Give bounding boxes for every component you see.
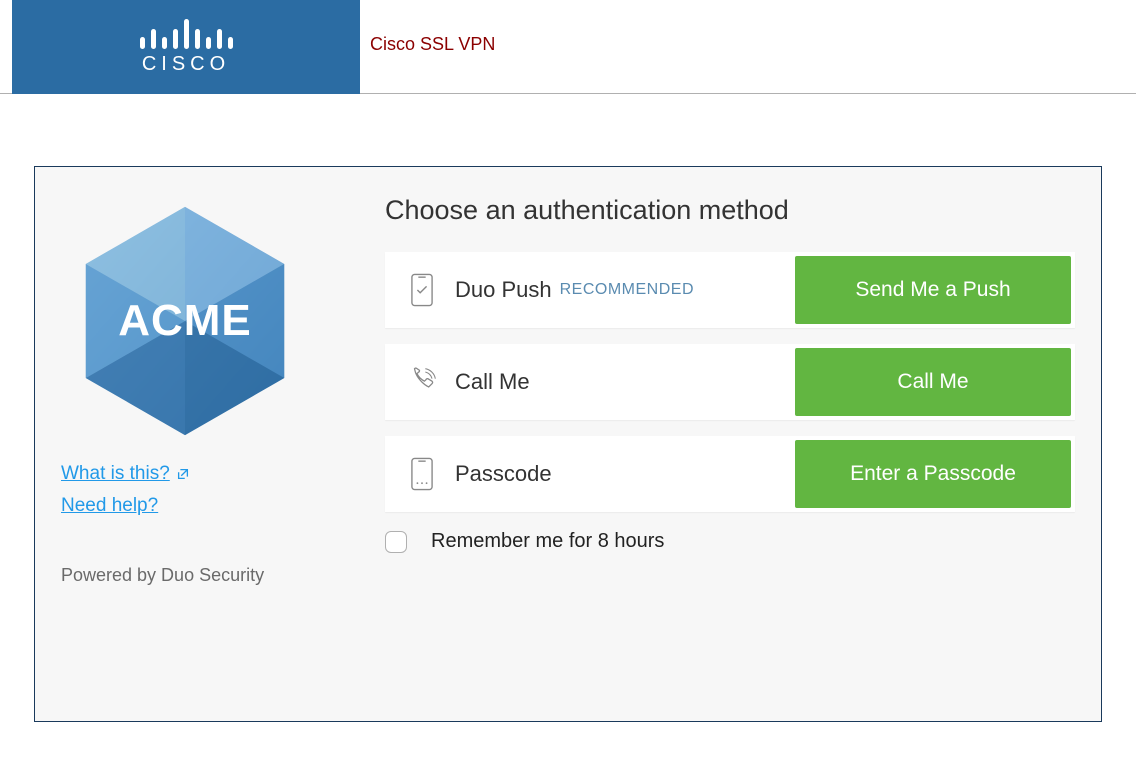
what-is-this-label: What is this?: [61, 463, 170, 485]
auth-heading: Choose an authentication method: [385, 195, 1075, 226]
recommended-badge: RECOMMENDED: [560, 281, 694, 299]
org-logo: ACME: [61, 197, 309, 445]
phone-keypad-icon: [407, 455, 437, 493]
send-push-button[interactable]: Send Me a Push: [795, 256, 1071, 324]
remember-me-row: Remember me for 8 hours: [385, 530, 1075, 553]
call-me-button[interactable]: Call Me: [795, 348, 1071, 416]
phone-call-icon: [407, 363, 437, 401]
cisco-bars-icon: [140, 17, 233, 49]
powered-by-text: Powered by Duo Security: [61, 565, 264, 586]
remember-me-checkbox[interactable]: [385, 531, 407, 553]
phone-check-icon: [407, 271, 437, 309]
remember-me-label: Remember me for 8 hours: [431, 530, 664, 553]
method-label: Passcode: [455, 461, 552, 487]
method-label: Duo Push: [455, 277, 552, 303]
org-name: ACME: [118, 296, 252, 346]
cisco-logo: CISCO: [12, 0, 360, 94]
method-label: Call Me: [455, 369, 530, 395]
external-link-icon: [176, 467, 190, 481]
need-help-link[interactable]: Need help?: [61, 495, 158, 517]
duo-sidebar: ACME What is this? Need help? Powered by…: [35, 167, 333, 721]
duo-main: Choose an authentication method Duo Push…: [333, 167, 1101, 721]
enter-passcode-button[interactable]: Enter a Passcode: [795, 440, 1071, 508]
method-passcode: Passcode Enter a Passcode: [385, 436, 1075, 512]
method-call-me: Call Me Call Me: [385, 344, 1075, 420]
what-is-this-link[interactable]: What is this?: [61, 463, 190, 485]
page-header: CISCO Cisco SSL VPN: [0, 0, 1136, 94]
duo-auth-frame: ACME What is this? Need help? Powered by…: [34, 166, 1102, 722]
cisco-brand-text: CISCO: [142, 53, 230, 76]
page-title: Cisco SSL VPN: [370, 34, 495, 55]
method-duo-push: Duo Push RECOMMENDED Send Me a Push: [385, 252, 1075, 328]
